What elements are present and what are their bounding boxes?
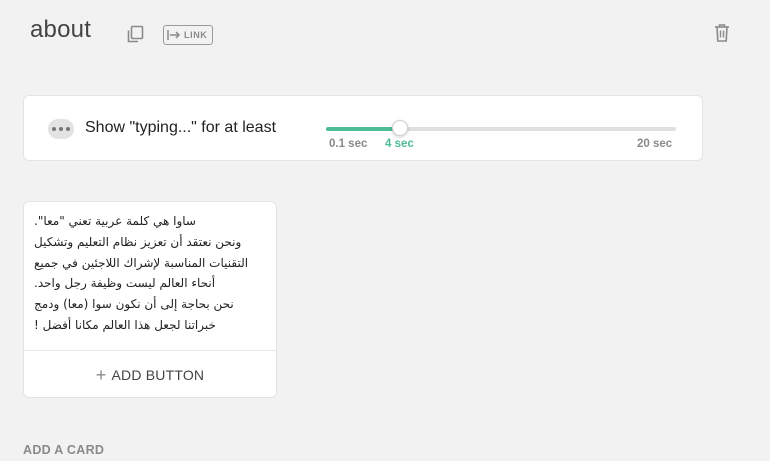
block-header: about LINK	[0, 0, 770, 70]
add-card-button[interactable]: ADD A CARD	[23, 443, 104, 457]
block-title[interactable]: about	[30, 16, 91, 44]
slider-fill	[326, 127, 400, 131]
link-icon	[167, 30, 181, 40]
slider-value-label: 4 sec	[385, 138, 414, 150]
typing-label: Show "typing..." for at least	[85, 119, 277, 136]
link-label: LINK	[184, 30, 208, 40]
more-dots-icon[interactable]	[48, 119, 74, 139]
message-text[interactable]: ساوا هي كلمة عربية تعني "معا". ونحن نعتق…	[34, 211, 266, 351]
text-message-card: ساوا هي كلمة عربية تعني "معا". ونحن نعتق…	[23, 201, 277, 398]
plus-icon: +	[95, 365, 107, 385]
slider-thumb[interactable]	[391, 120, 408, 136]
typing-duration-slider[interactable]	[326, 120, 676, 136]
add-button-label: ADD BUTTON	[111, 367, 205, 383]
slider-min-label: 0.1 sec	[329, 138, 368, 150]
link-button[interactable]: LINK	[163, 25, 213, 45]
slider-max-label: 20 sec	[637, 138, 673, 150]
trash-icon[interactable]	[712, 22, 732, 44]
copy-icon[interactable]	[125, 24, 145, 44]
add-button[interactable]: + ADD BUTTON	[24, 351, 276, 397]
typing-delay-card: Show "typing..." for at least 0.1 sec 4 …	[23, 95, 703, 161]
